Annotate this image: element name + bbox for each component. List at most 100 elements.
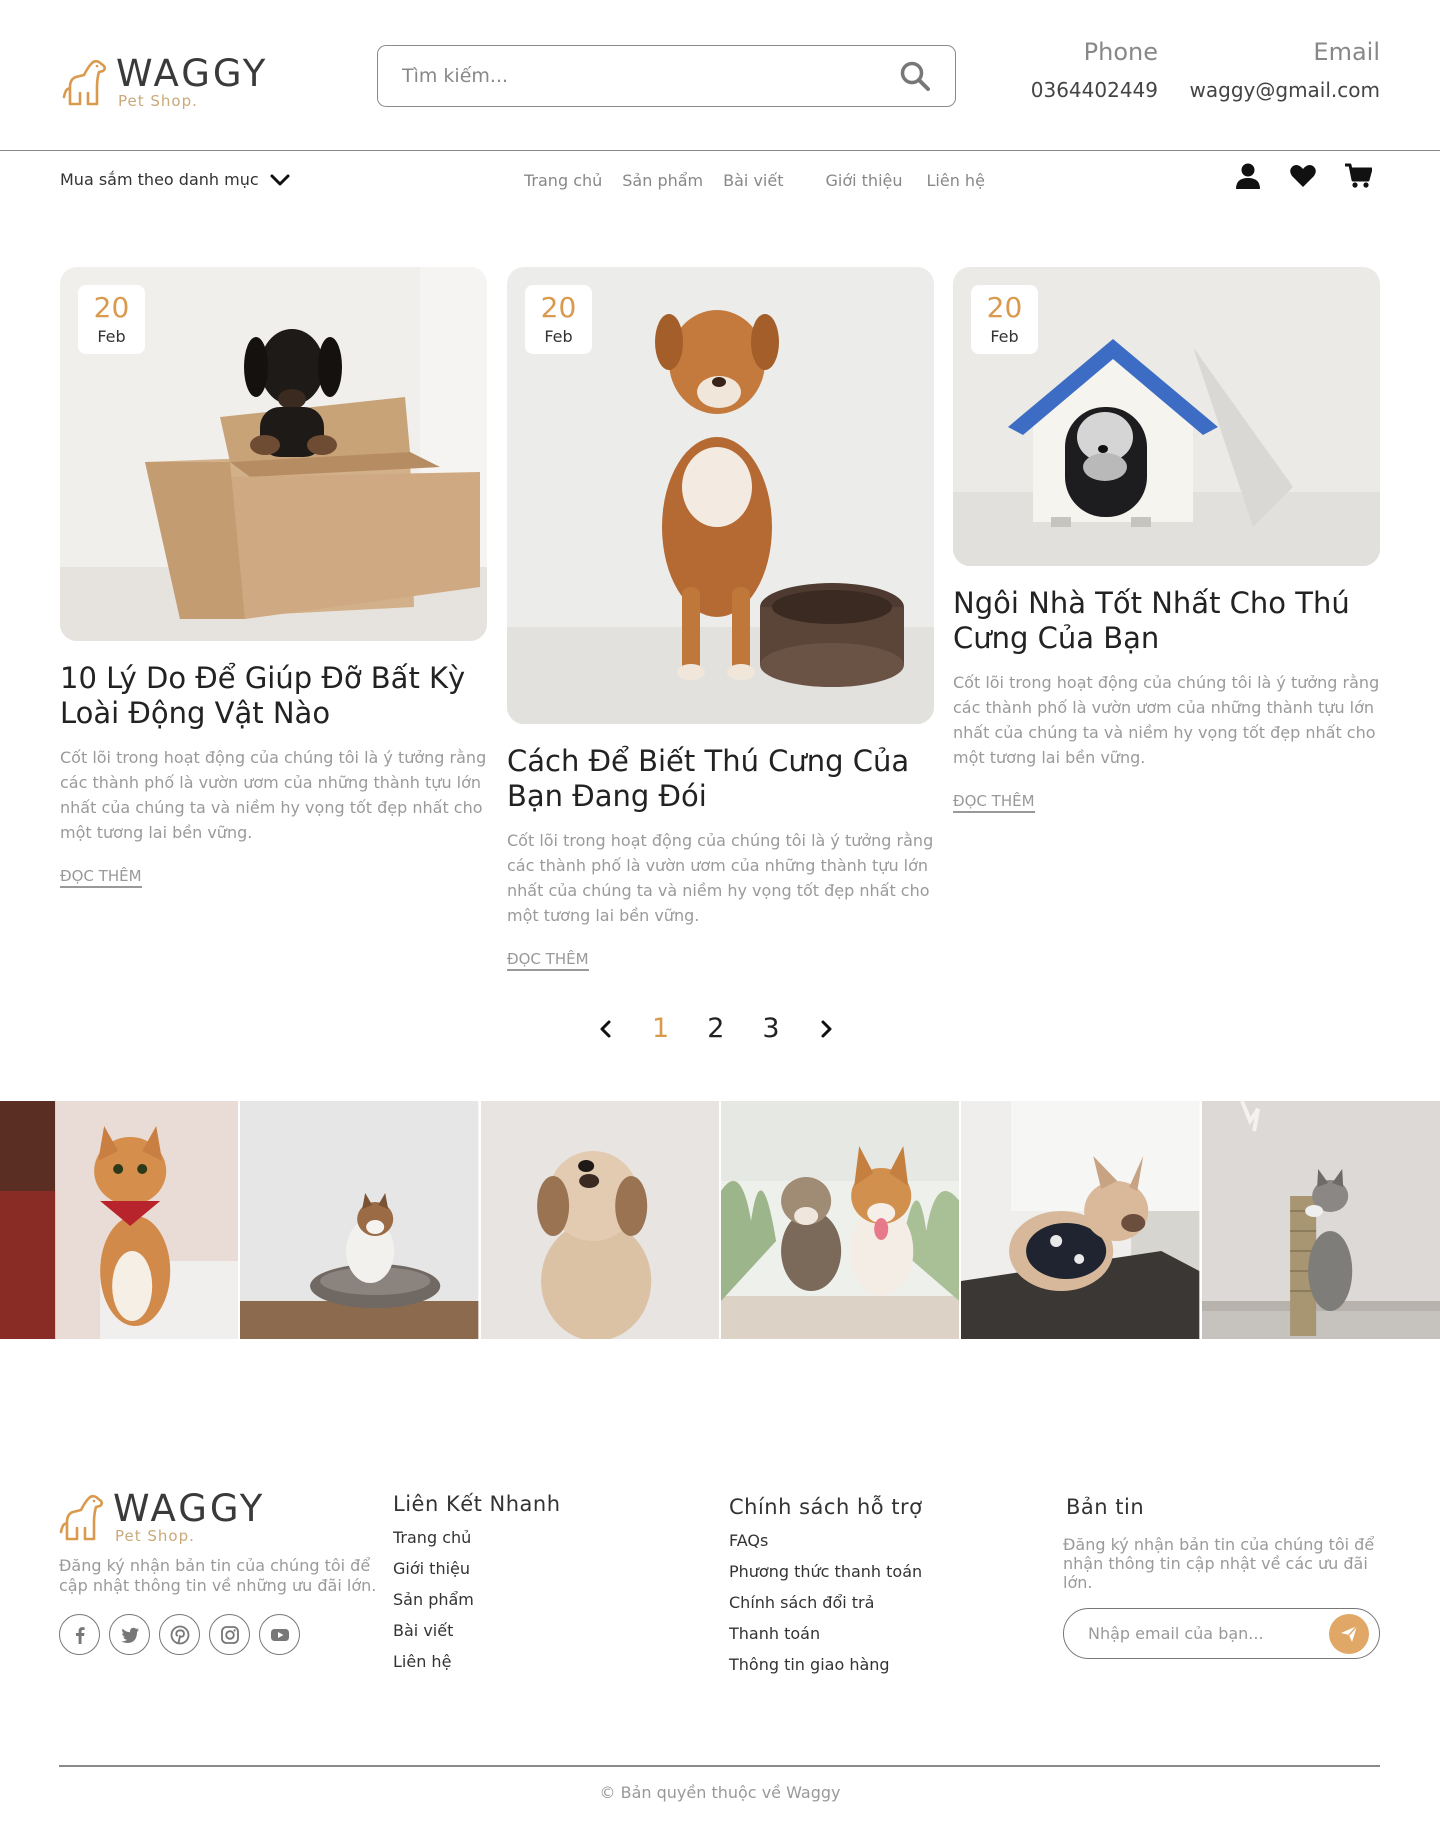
email-contact: Email waggy@gmail.com	[1180, 38, 1380, 102]
french-bulldog-image	[961, 1101, 1200, 1339]
gallery-image[interactable]	[961, 1101, 1200, 1339]
chevron-right-icon[interactable]	[816, 1019, 836, 1039]
category-dropdown[interactable]: Mua sắm theo danh mục	[60, 170, 291, 189]
blog-image[interactable]: 20 Feb	[953, 267, 1380, 566]
date-badge: 20 Feb	[78, 285, 145, 354]
nav-icons	[1234, 162, 1372, 190]
list-item: FAQs	[729, 1531, 923, 1550]
phone-contact: Phone 0364402449	[1030, 38, 1158, 102]
footer-support-title: Chính sách hỗ trợ	[729, 1495, 923, 1519]
read-more-link[interactable]: ĐỌC THÊM	[507, 950, 589, 971]
gallery-image[interactable]	[1201, 1101, 1440, 1339]
footer-link-blog[interactable]: Bài viết	[393, 1621, 453, 1640]
date-day: 20	[986, 291, 1023, 324]
newsletter-email-input[interactable]	[1088, 1624, 1329, 1643]
blog-card: 20 Feb Ngôi Nhà Tốt Nhất Cho Thú Cưng Củ…	[953, 267, 1380, 813]
blog-image[interactable]: 20 Feb	[507, 267, 934, 724]
phone-label: Phone	[1083, 38, 1158, 66]
date-month: Feb	[544, 326, 573, 346]
footer-link-products[interactable]: Sản phẩm	[393, 1590, 474, 1609]
chevron-left-icon[interactable]	[596, 1019, 616, 1039]
youtube-icon	[270, 1628, 289, 1641]
blog-title[interactable]: Ngôi Nhà Tốt Nhất Cho Thú Cưng Của Bạn	[953, 586, 1380, 656]
read-more-link[interactable]: ĐỌC THÊM	[953, 792, 1035, 813]
date-month: Feb	[990, 326, 1019, 346]
nav-link-home[interactable]: Trang chủ	[524, 171, 602, 190]
date-month: Feb	[97, 326, 126, 346]
footer-support-list: FAQs Phương thức thanh toán Chính sách đ…	[729, 1531, 923, 1674]
footer-about: WAGGY Pet Shop. Đăng ký nhận bản tin của…	[59, 1490, 379, 1655]
footer-link-contact[interactable]: Liên hệ	[393, 1652, 451, 1671]
gallery-image[interactable]	[240, 1101, 479, 1339]
footer-quick-links: Liên Kết Nhanh Trang chủ Giới thiệu Sản …	[393, 1492, 561, 1671]
date-badge: 20 Feb	[971, 285, 1038, 354]
page-1-button[interactable]: 1	[652, 1013, 669, 1044]
footer-quick-links-list: Trang chủ Giới thiệu Sản phẩm Bài viết L…	[393, 1528, 561, 1671]
footer-quick-links-title: Liên Kết Nhanh	[393, 1492, 561, 1516]
site-header: WAGGY Pet Shop. Phone 0364402449 Email w…	[0, 0, 1440, 151]
blog-card: 20 Feb 10 Lý Do Để Giúp Đỡ Bất Kỳ Loài Đ…	[60, 267, 487, 888]
search-input[interactable]	[402, 65, 899, 87]
footer-link-home[interactable]: Trang chủ	[393, 1528, 471, 1547]
user-icon[interactable]	[1234, 162, 1262, 190]
newsletter-form	[1063, 1608, 1380, 1659]
footer-link-about[interactable]: Giới thiệu	[393, 1559, 470, 1578]
footer-divider	[59, 1765, 1380, 1767]
blog-image[interactable]: 20 Feb	[60, 267, 487, 641]
dog-logo-icon	[62, 59, 107, 106]
copyright-text: © Bản quyền thuộc về Waggy	[599, 1783, 841, 1802]
footer-link-faqs[interactable]: FAQs	[729, 1531, 768, 1550]
pinterest-icon	[170, 1625, 189, 1644]
instagram-icon	[220, 1625, 239, 1644]
blog-title[interactable]: Cách Để Biết Thú Cưng Của Bạn Đang Đói	[507, 744, 934, 814]
footer-link-return-policy[interactable]: Chính sách đổi trả	[729, 1593, 874, 1612]
blog-title[interactable]: 10 Lý Do Để Giúp Đỡ Bất Kỳ Loài Động Vật…	[60, 661, 487, 731]
page-3-button[interactable]: 3	[762, 1013, 779, 1044]
footer-about-text: Đăng ký nhận bản tin của chúng tôi để cậ…	[59, 1556, 377, 1595]
footer-link-checkout[interactable]: Thanh toán	[729, 1624, 820, 1643]
list-item: Liên hệ	[393, 1652, 561, 1671]
nav-link-blog[interactable]: Bài viết	[723, 171, 783, 190]
kitten-scratching-post-image	[1201, 1101, 1440, 1339]
newsletter-submit-button[interactable]	[1329, 1613, 1369, 1654]
list-item: Bài viết	[393, 1621, 561, 1640]
date-badge: 20 Feb	[525, 285, 592, 354]
footer-link-shipping-info[interactable]: Thông tin giao hàng	[729, 1655, 890, 1674]
chevron-down-icon	[270, 174, 290, 185]
dog-logo-icon	[59, 1494, 104, 1541]
list-item: Thanh toán	[729, 1624, 923, 1643]
cart-icon[interactable]	[1344, 162, 1372, 190]
nav-link-contact[interactable]: Liên hệ	[927, 171, 985, 190]
cat-on-bed-image	[240, 1101, 479, 1339]
gallery-image[interactable]	[720, 1101, 960, 1339]
list-item: Chính sách đổi trả	[729, 1593, 923, 1612]
list-item: Giới thiệu	[393, 1559, 561, 1578]
brand-name: WAGGY	[113, 1487, 266, 1530]
nav-link-about[interactable]: Giới thiệu	[825, 171, 902, 190]
youtube-button[interactable]	[259, 1614, 300, 1655]
gallery-image[interactable]	[480, 1101, 719, 1339]
pagination: 1 2 3	[596, 1013, 836, 1044]
main-nav: Mua sắm theo danh mục Trang chủ Sản phẩm…	[0, 152, 1440, 208]
read-more-link[interactable]: ĐỌC THÊM	[60, 867, 142, 888]
heart-icon[interactable]	[1289, 162, 1317, 190]
nav-link-products[interactable]: Sản phẩm	[622, 171, 703, 190]
footer-link-payment-methods[interactable]: Phương thức thanh toán	[729, 1562, 922, 1581]
blog-excerpt: Cốt lõi trong hoạt động của chúng tôi là…	[507, 830, 934, 925]
phone-number[interactable]: 0364402449	[1030, 78, 1158, 102]
brand-tagline: Pet Shop.	[118, 92, 198, 110]
email-label: Email	[1313, 38, 1380, 66]
instagram-button[interactable]	[209, 1614, 250, 1655]
twitter-button[interactable]	[109, 1614, 150, 1655]
date-day: 20	[93, 291, 130, 324]
facebook-button[interactable]	[59, 1614, 100, 1655]
email-address[interactable]: waggy@gmail.com	[1180, 78, 1380, 102]
search-icon[interactable]	[899, 60, 931, 92]
category-dropdown-label: Mua sắm theo danh mục	[60, 170, 259, 189]
header-logo[interactable]: WAGGY Pet Shop.	[62, 55, 268, 109]
pinterest-button[interactable]	[159, 1614, 200, 1655]
page-2-button[interactable]: 2	[707, 1013, 724, 1044]
gallery-image[interactable]	[0, 1101, 239, 1339]
footer-logo[interactable]: WAGGY Pet Shop.	[59, 1490, 379, 1544]
date-day: 20	[540, 291, 577, 324]
